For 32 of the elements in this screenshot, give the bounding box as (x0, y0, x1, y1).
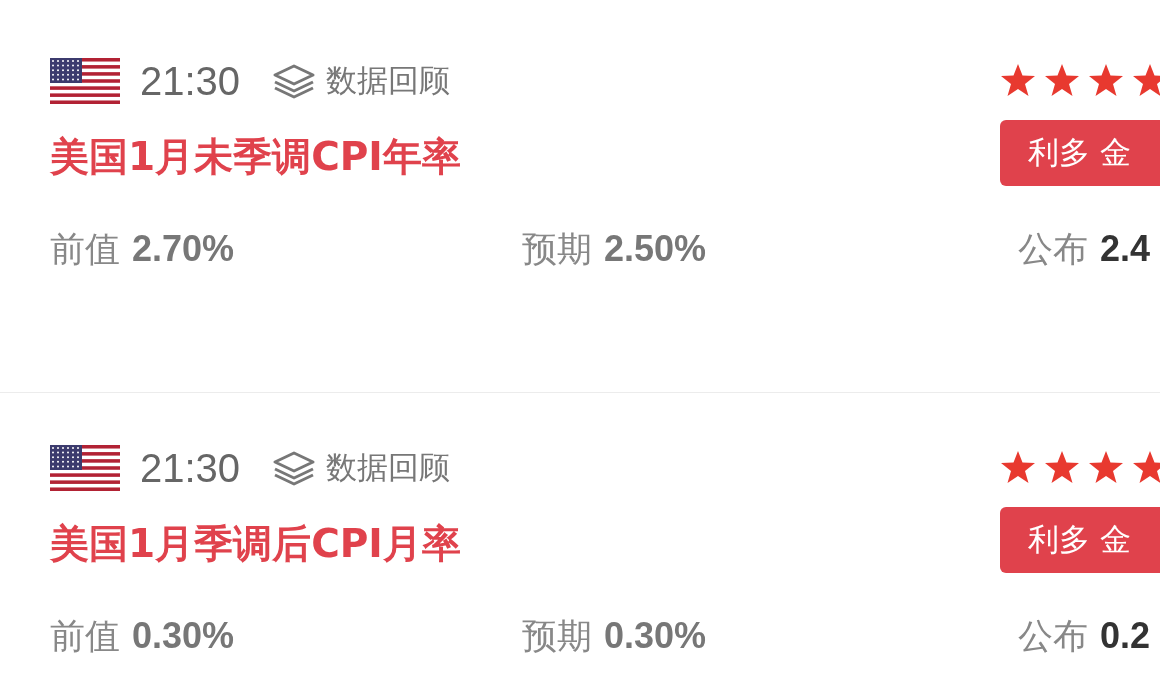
star-icon (1089, 64, 1123, 96)
layers-icon (272, 450, 317, 486)
forecast-label: 预期 (522, 616, 592, 656)
previous-label: 前值 (50, 616, 120, 656)
flag-icon (50, 58, 120, 104)
data-review-link[interactable]: 数据回顾 (326, 60, 451, 102)
actual-value: 2.4 (1100, 228, 1151, 269)
star-icon (1001, 64, 1035, 96)
star-icon (1001, 451, 1035, 483)
actual-label: 公布 (1018, 616, 1088, 656)
forecast-label: 预期 (522, 229, 592, 269)
star-icon (1133, 451, 1160, 483)
actual-value: 0.2 (1100, 615, 1151, 656)
star-icon (1089, 451, 1123, 483)
data-review-link[interactable]: 数据回顾 (326, 447, 451, 489)
layers-icon (272, 63, 317, 99)
event-title[interactable]: 美国1月季调后CPI月率 (50, 491, 1000, 589)
time-text: 21:30 (140, 445, 241, 491)
previous-value: 0.30% (132, 615, 235, 656)
star-icon (1045, 451, 1079, 483)
event-title[interactable]: 美国1月未季调CPI年率 (50, 104, 1000, 202)
previous-label: 前值 (50, 229, 120, 269)
forecast-value: 2.50% (604, 228, 707, 269)
star-icon (1133, 64, 1160, 96)
flag-icon (50, 445, 120, 491)
time-text: 21:30 (140, 58, 241, 104)
impact-badge: 利多 金 (1000, 507, 1160, 573)
star-icon (1045, 64, 1079, 96)
impact-badge: 利多 金 (1000, 120, 1160, 186)
previous-value: 2.70% (132, 228, 235, 269)
forecast-value: 0.30% (604, 615, 707, 656)
actual-label: 公布 (1018, 229, 1088, 269)
